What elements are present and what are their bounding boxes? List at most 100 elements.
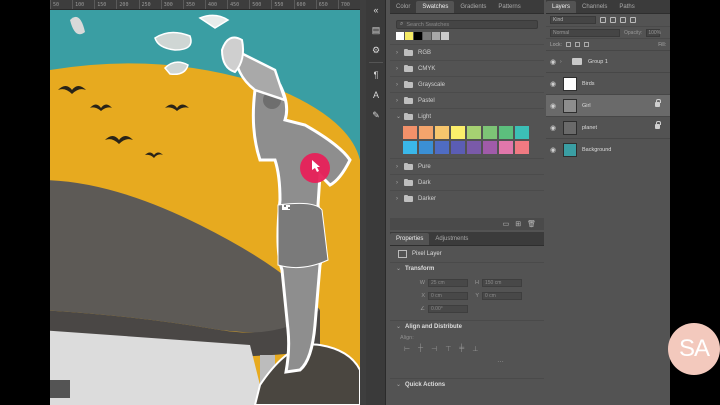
blend-mode-select[interactable]: Normal bbox=[550, 28, 620, 37]
align-middle-icon[interactable]: ╪ bbox=[459, 345, 464, 353]
layer-row-girl[interactable]: ◉ Girl bbox=[546, 94, 670, 116]
eye-icon[interactable]: ◉ bbox=[550, 58, 560, 66]
chevron-down-icon: ⌄ bbox=[396, 114, 402, 120]
layer-row-group-1[interactable]: ◉ › Group 1 bbox=[546, 50, 670, 72]
eye-icon[interactable]: ◉ bbox=[550, 102, 560, 110]
paragraph-icon[interactable]: ¶ bbox=[366, 65, 386, 85]
double-arrow-icon[interactable]: « bbox=[366, 0, 386, 20]
align-section-header[interactable]: ⌄ Align and Distribute bbox=[390, 320, 544, 332]
type-filter-icon[interactable] bbox=[620, 17, 626, 23]
color-swatch[interactable] bbox=[418, 125, 434, 140]
new-swatch-icon[interactable]: ⊞ bbox=[515, 220, 521, 228]
opacity-field[interactable]: 100% bbox=[646, 28, 661, 37]
new-group-icon[interactable]: ▭ bbox=[503, 220, 510, 228]
chevron-right-icon[interactable]: › bbox=[560, 59, 566, 65]
color-swatch[interactable] bbox=[434, 125, 450, 140]
lock-pixels-icon[interactable] bbox=[565, 42, 571, 47]
color-swatch[interactable] bbox=[482, 140, 498, 155]
color-swatch[interactable] bbox=[450, 140, 466, 155]
layer-thumbnail bbox=[563, 120, 577, 135]
lock-position-icon[interactable] bbox=[574, 42, 580, 47]
color-swatch[interactable] bbox=[482, 125, 498, 140]
settings-icon[interactable]: ⚙ bbox=[366, 40, 386, 60]
swatch-search-input[interactable]: ⌕ Search Swatches bbox=[396, 20, 538, 29]
chevron-down-icon: ⌄ bbox=[396, 382, 402, 388]
kind-filter-select[interactable]: Kind bbox=[550, 16, 596, 24]
layer-row-background[interactable]: ◉ Background bbox=[546, 138, 670, 160]
align-bottom-icon[interactable]: ⊥ bbox=[472, 345, 478, 353]
swatch-group-pastel[interactable]: › Pastel bbox=[390, 92, 544, 108]
angle-field[interactable]: 0.00° bbox=[428, 304, 468, 313]
transform-section-header[interactable]: ⌄ Transform bbox=[390, 262, 544, 274]
height-field[interactable]: 150 cm bbox=[482, 278, 522, 287]
swatch-group-darker[interactable]: › Darker bbox=[390, 190, 544, 206]
chevron-down-icon: ⌄ bbox=[396, 324, 402, 330]
trash-icon[interactable]: 🗑 bbox=[527, 220, 536, 228]
y-field[interactable]: 0 cm bbox=[482, 291, 522, 300]
color-swatch[interactable] bbox=[434, 140, 450, 155]
adjustment-filter-icon[interactable] bbox=[610, 17, 616, 23]
tab-gradients[interactable]: Gradients bbox=[454, 1, 492, 13]
tab-layers[interactable]: Layers bbox=[546, 1, 577, 13]
layer-name[interactable]: Group 1 bbox=[588, 59, 608, 65]
swatch-group-pure[interactable]: › Pure bbox=[390, 158, 544, 174]
color-swatch[interactable] bbox=[498, 125, 514, 140]
color-swatch[interactable] bbox=[514, 125, 530, 140]
lock-all-icon[interactable] bbox=[583, 42, 589, 47]
swatch-group-label: Darker bbox=[418, 195, 437, 202]
color-swatch[interactable] bbox=[466, 125, 482, 140]
color-swatch[interactable] bbox=[498, 140, 514, 155]
eye-icon[interactable]: ◉ bbox=[550, 80, 560, 88]
color-swatch[interactable] bbox=[402, 125, 418, 140]
brush-icon[interactable]: ✎ bbox=[366, 105, 386, 125]
x-field[interactable]: 0 cm bbox=[428, 291, 468, 300]
layer-name[interactable]: Birds bbox=[582, 81, 595, 87]
swatch-group-cmyk[interactable]: › CMYK bbox=[390, 60, 544, 76]
recent-swatch[interactable] bbox=[432, 32, 440, 40]
color-swatch[interactable] bbox=[450, 125, 466, 140]
tab-adjustments[interactable]: Adjustments bbox=[429, 233, 474, 245]
layer-row-birds[interactable]: ◉ Birds bbox=[546, 72, 670, 94]
ruler-tick: 50 bbox=[50, 0, 72, 9]
tab-color[interactable]: Color bbox=[390, 1, 416, 13]
align-right-icon[interactable]: ⊣ bbox=[431, 345, 437, 353]
comment-icon[interactable]: ▤ bbox=[366, 20, 386, 40]
pixel-filter-icon[interactable] bbox=[600, 17, 606, 23]
swatch-group-grayscale[interactable]: › Grayscale bbox=[390, 76, 544, 92]
swatch-group-dark[interactable]: › Dark bbox=[390, 174, 544, 190]
more-icon[interactable]: … bbox=[497, 357, 504, 364]
more-options-row: … bbox=[404, 357, 504, 364]
color-swatch[interactable] bbox=[466, 140, 482, 155]
recent-swatch[interactable] bbox=[441, 32, 449, 40]
tab-paths[interactable]: Paths bbox=[613, 1, 640, 13]
quick-actions-header[interactable]: ⌄ Quick Actions bbox=[390, 378, 544, 390]
swatch-group-rgb[interactable]: › RGB bbox=[390, 44, 544, 60]
tab-properties[interactable]: Properties bbox=[390, 233, 430, 245]
layer-name[interactable]: Background bbox=[582, 147, 611, 153]
swatches-tabs: Color Swatches Gradients Patterns bbox=[390, 0, 544, 14]
type-icon[interactable]: A bbox=[366, 85, 386, 105]
tab-swatches[interactable]: Swatches bbox=[416, 1, 455, 13]
tab-channels[interactable]: Channels bbox=[576, 1, 613, 13]
layer-name[interactable]: planet bbox=[582, 125, 597, 131]
width-field[interactable]: 25 cm bbox=[428, 278, 468, 287]
recent-swatch[interactable] bbox=[423, 32, 431, 40]
align-center-h-icon[interactable]: ┼ bbox=[418, 345, 423, 353]
document-canvas[interactable] bbox=[50, 10, 360, 405]
recent-swatch[interactable] bbox=[405, 32, 413, 40]
color-swatch[interactable] bbox=[402, 140, 418, 155]
align-left-icon[interactable]: ⊢ bbox=[404, 345, 410, 353]
align-top-icon[interactable]: ⊤ bbox=[445, 345, 451, 353]
lock-label: Lock: bbox=[550, 41, 562, 48]
shape-filter-icon[interactable] bbox=[630, 17, 636, 23]
layer-name[interactable]: Girl bbox=[582, 103, 591, 109]
swatch-group-light[interactable]: ⌄ Light bbox=[390, 108, 544, 124]
recent-swatch[interactable] bbox=[396, 32, 404, 40]
layer-row-planet[interactable]: ◉ planet bbox=[546, 116, 670, 138]
recent-swatch[interactable] bbox=[414, 32, 422, 40]
eye-icon[interactable]: ◉ bbox=[550, 124, 560, 132]
color-swatch[interactable] bbox=[418, 140, 434, 155]
eye-icon[interactable]: ◉ bbox=[550, 146, 560, 154]
tab-patterns[interactable]: Patterns bbox=[492, 1, 526, 13]
color-swatch[interactable] bbox=[514, 140, 530, 155]
